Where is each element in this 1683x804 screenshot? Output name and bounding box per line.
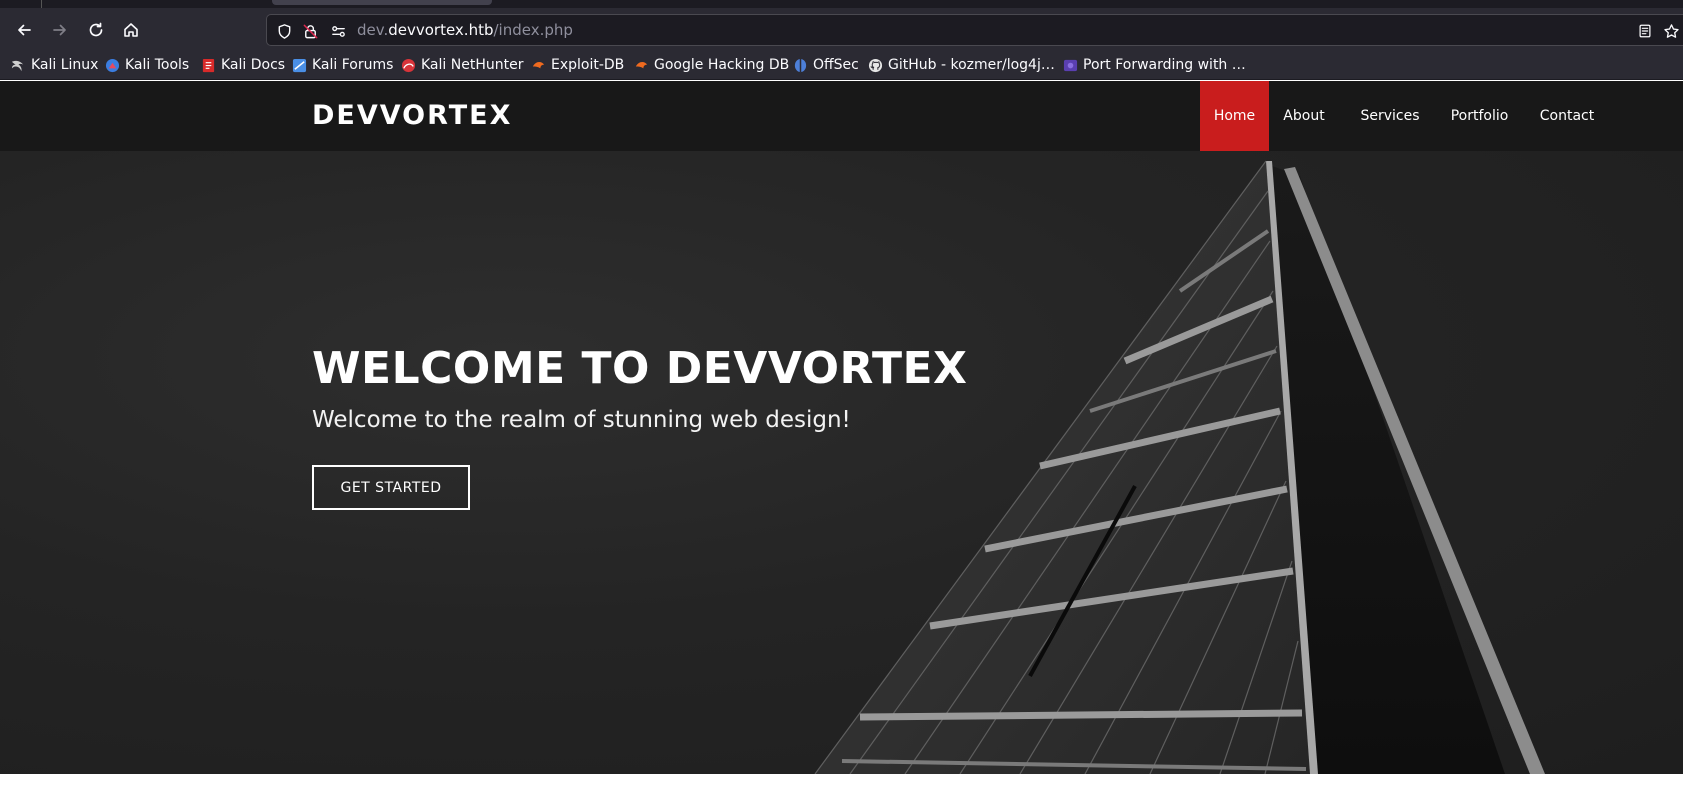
nethunter-icon [401, 58, 416, 72]
url-bar[interactable]: dev.devvortex.htb/index.php [266, 14, 1683, 46]
arrow-right-icon [53, 24, 66, 36]
bookmark-label: Kali Linux [31, 57, 99, 73]
bookmark-label: Kali Tools [125, 57, 190, 73]
offsec-icon [794, 58, 807, 72]
bookmark-exploit-db[interactable]: Exploit-DB [531, 55, 624, 75]
reader-view-icon[interactable] [1636, 22, 1654, 40]
bookmark-label: Kali Forums [312, 57, 394, 73]
site-navbar: DEVVORTEX Home About Services Portfolio … [0, 81, 1683, 151]
kali-docs-icon [202, 58, 215, 72]
home-button[interactable] [117, 16, 145, 44]
bookmark-label: Kali Docs [221, 57, 286, 73]
back-button[interactable] [10, 16, 38, 44]
reload-icon [89, 22, 103, 37]
ghdb-icon [635, 61, 648, 68]
bookmark-kali-docs[interactable]: Kali Docs [201, 55, 285, 75]
active-tab[interactable] [272, 0, 492, 5]
lock-slash-icon[interactable] [301, 22, 319, 40]
web-page: DEVVORTEX Home About Services Portfolio … [0, 81, 1683, 774]
url-text[interactable]: dev.devvortex.htb/index.php [357, 21, 573, 39]
url-path: /index.php [493, 21, 573, 39]
permissions-icon[interactable] [329, 22, 347, 40]
port-forwarding-icon [1063, 59, 1078, 71]
bookmark-kali-forums[interactable]: Kali Forums [292, 55, 393, 75]
url-prefix: dev. [357, 21, 389, 39]
bookmark-kali-nethunter[interactable]: Kali NetHunter [401, 55, 523, 75]
kali-forums-icon [292, 58, 307, 72]
bookmark-kali-tools[interactable]: Kali Tools [105, 55, 189, 75]
exploitdb-icon [532, 61, 545, 68]
bookmark-kali-linux[interactable]: Kali Linux [11, 55, 98, 75]
shield-icon[interactable] [275, 22, 293, 40]
nav-services[interactable]: Services [1354, 81, 1426, 151]
nav-contact[interactable]: Contact [1533, 81, 1601, 151]
tab-strip [0, 0, 1683, 8]
kali-dragon-icon [11, 60, 24, 71]
get-started-button[interactable]: GET STARTED [312, 465, 470, 510]
bookmark-label: Kali NetHunter [421, 57, 524, 73]
hero-subtitle: Welcome to the realm of stunning web des… [312, 407, 851, 433]
url-host: devvortex.htb [388, 21, 494, 39]
nav-about[interactable]: About [1269, 81, 1339, 151]
bookmark-label: Port Forwarding with … [1083, 57, 1246, 73]
bookmark-label: Google Hacking DB [654, 57, 790, 73]
forward-button[interactable] [46, 16, 74, 44]
bookmark-label: OffSec [813, 57, 859, 73]
bookmark-port-forwarding[interactable]: Port Forwarding with … [1063, 55, 1246, 75]
site-logo[interactable]: DEVVORTEX [312, 100, 512, 131]
github-icon [868, 58, 883, 72]
nav-portfolio[interactable]: Portfolio [1443, 81, 1516, 151]
kali-tools-icon [105, 58, 120, 72]
star-icon[interactable] [1662, 22, 1680, 40]
bookmarks-toolbar: Kali Linux Kali Tools Kali Docs Kali For… [0, 50, 1683, 80]
bookmark-offsec[interactable]: OffSec [793, 55, 859, 75]
bookmark-github-log4j[interactable]: GitHub - kozmer/log4j… [868, 55, 1055, 75]
reload-button[interactable] [82, 16, 110, 44]
nav-home[interactable]: Home [1200, 81, 1269, 151]
arrow-left-icon [18, 24, 31, 36]
home-icon [124, 23, 138, 37]
hero-title: WELCOME TO DEVVORTEX [312, 343, 968, 394]
bookmark-label: GitHub - kozmer/log4j… [888, 57, 1055, 73]
bookmark-label: Exploit-DB [551, 57, 625, 73]
bookmark-google-hacking-db[interactable]: Google Hacking DB [634, 55, 789, 75]
tab-separator [41, 0, 42, 8]
page-bottom-area [0, 774, 1683, 804]
browser-toolbar: dev.devvortex.htb/index.php [0, 8, 1683, 50]
